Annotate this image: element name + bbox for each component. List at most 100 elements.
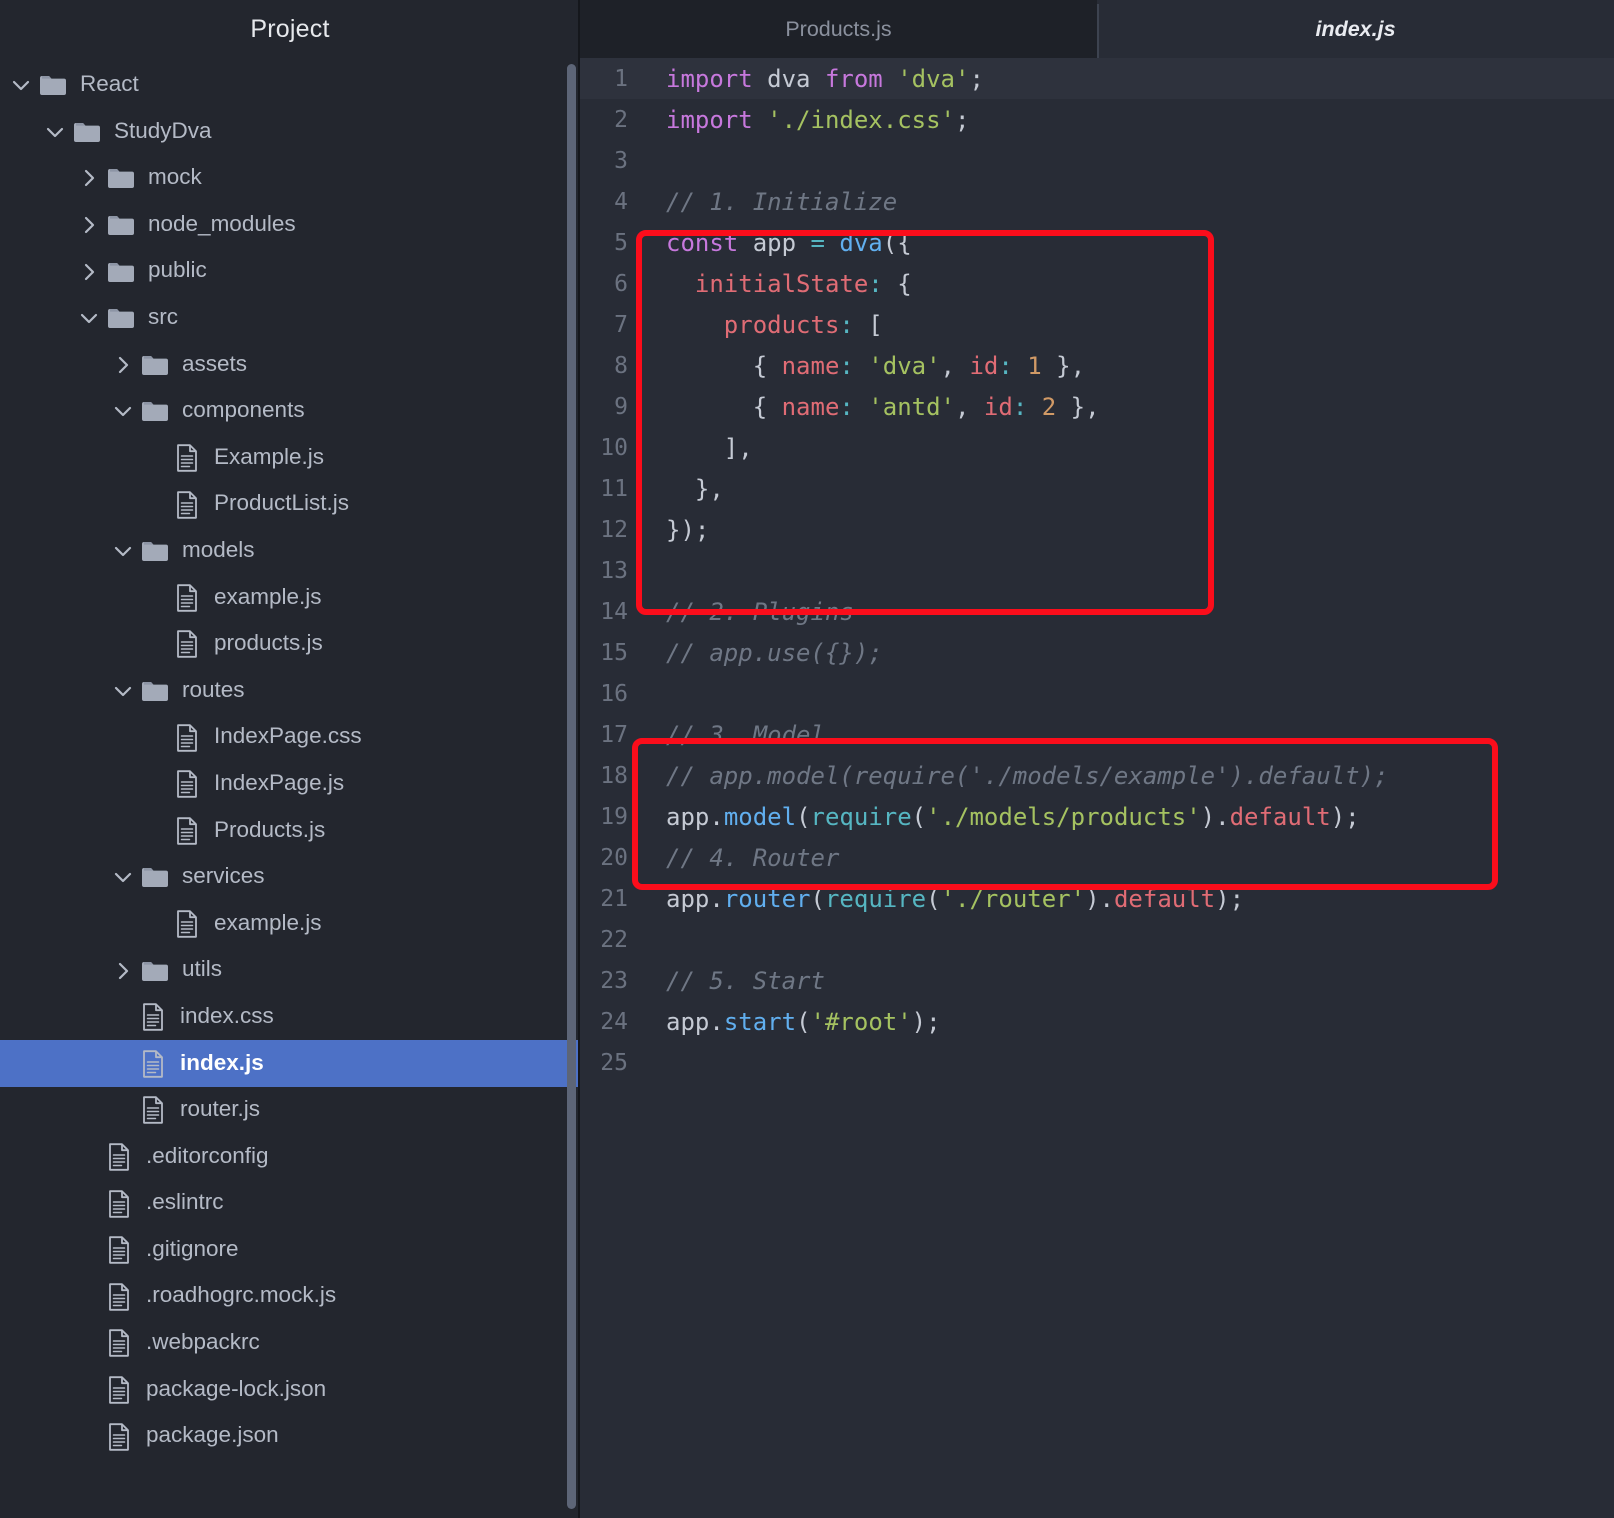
code-token: app xyxy=(666,1007,710,1036)
tree-folder-node-modules[interactable]: node_modules xyxy=(0,202,580,249)
line-number: 7 xyxy=(614,311,628,338)
tree-folder-components[interactable]: components xyxy=(0,388,580,435)
file-icon xyxy=(174,816,200,846)
tree-folder-react[interactable]: React xyxy=(0,62,580,109)
tree-file-products-js[interactable]: products.js xyxy=(0,621,580,668)
tree-file-index-js[interactable]: index.js xyxy=(0,1040,580,1088)
code-line: 6 initialState: { xyxy=(580,263,1614,304)
file-icon xyxy=(174,490,200,520)
code-token: start xyxy=(723,1007,797,1036)
code-token: from xyxy=(824,64,883,93)
tree-folder-services[interactable]: services xyxy=(0,854,580,901)
file-icon xyxy=(106,1328,132,1358)
sidebar-scrollbar[interactable] xyxy=(567,64,576,1509)
file-icon xyxy=(106,1189,132,1219)
chevron-down-icon[interactable] xyxy=(110,398,136,424)
tree-folder-studydva[interactable]: StudyDva xyxy=(0,109,580,156)
code-token: app xyxy=(666,802,710,831)
code-line-text: // 2. Plugins xyxy=(642,598,1614,626)
tree-file-example-js[interactable]: Example.js xyxy=(0,435,580,482)
tree-folder-routes[interactable]: routes xyxy=(0,668,580,715)
tree-folder-assets[interactable]: assets xyxy=(0,342,580,389)
tree-item-label: Products.js xyxy=(214,816,326,842)
tree-file-router-js[interactable]: router.js xyxy=(0,1087,580,1134)
code-token: default xyxy=(1113,884,1216,913)
code-line-text: // 4. Router xyxy=(642,844,1614,872)
tree-folder-public[interactable]: public xyxy=(0,248,580,295)
tree-item-label: models xyxy=(182,536,255,562)
code-token: { xyxy=(666,351,782,380)
line-number: 15 xyxy=(600,639,628,666)
code-token: }, xyxy=(1041,351,1086,380)
folder-icon xyxy=(140,350,170,380)
line-number: 12 xyxy=(600,516,628,543)
tree-item-label: services xyxy=(182,863,265,889)
tree-file-indexpage-js[interactable]: IndexPage.js xyxy=(0,761,580,808)
code-line-text: // app.use({}); xyxy=(642,639,1614,667)
tree-file-products-js[interactable]: Products.js xyxy=(0,808,580,855)
tree-folder-mock[interactable]: mock xyxy=(0,155,580,202)
tree-folder-src[interactable]: src xyxy=(0,295,580,342)
code-token: '#root' xyxy=(810,1007,912,1036)
tree-file-roadhogrc-mock-js[interactable]: .roadhogrc.mock.js xyxy=(0,1273,580,1320)
line-number: 22 xyxy=(600,926,628,953)
code-content[interactable]: 1 import dva from 'dva'; 2 import './index.… xyxy=(580,58,1614,1518)
tree-file-webpackrc[interactable]: .webpackrc xyxy=(0,1320,580,1367)
chevron-down-icon[interactable] xyxy=(8,72,34,98)
chevron-right-icon[interactable] xyxy=(76,259,102,285)
chevron-down-icon[interactable] xyxy=(42,119,68,145)
chevron-right-icon[interactable] xyxy=(76,212,102,238)
editor-tab-index-js[interactable]: index.js xyxy=(1097,0,1614,58)
code-line: 9 { name: 'antd', id: 2 }, xyxy=(580,386,1614,427)
code-token: model xyxy=(723,802,797,831)
chevron-down-icon[interactable] xyxy=(76,305,102,331)
tree-folder-utils[interactable]: utils xyxy=(0,947,580,994)
code-line: 25 xyxy=(580,1042,1614,1083)
chevron-down-icon[interactable] xyxy=(110,538,136,564)
tree-item-label: assets xyxy=(182,350,248,376)
tree-item-label: .roadhogrc.mock.js xyxy=(146,1282,337,1308)
tree-folder-models[interactable]: models xyxy=(0,528,580,575)
tree-file-eslintrc[interactable]: .eslintrc xyxy=(0,1180,580,1227)
tree-file-editorconfig[interactable]: .editorconfig xyxy=(0,1134,580,1181)
tree-file-package-json[interactable]: package.json xyxy=(0,1413,580,1460)
project-sidebar: Project React StudyDva mock node_modules pub… xyxy=(0,0,580,1518)
code-line-text: app.start('#root'); xyxy=(642,1008,1614,1036)
code-token: : xyxy=(868,269,883,298)
tree-item-label: public xyxy=(148,257,207,283)
folder-icon xyxy=(38,70,68,100)
tree-item-label: index.css xyxy=(180,1002,274,1028)
code-line: 2 import './index.css'; xyxy=(580,99,1614,140)
tree-file-index-css[interactable]: index.css xyxy=(0,994,580,1041)
code-line: 18 // app.model(require('./models/example… xyxy=(580,755,1614,796)
code-token: app xyxy=(738,228,811,257)
editor-tab-products-js[interactable]: Products.js xyxy=(580,0,1097,58)
chevron-down-icon[interactable] xyxy=(110,678,136,704)
chevron-right-icon[interactable] xyxy=(110,352,136,378)
tree-file-package-lock-json[interactable]: package-lock.json xyxy=(0,1367,580,1414)
tree-file-example-js[interactable]: example.js xyxy=(0,901,580,948)
chevron-right-icon[interactable] xyxy=(110,958,136,984)
tree-item-label: products.js xyxy=(214,630,323,656)
code-line-text: // 3. Model xyxy=(642,721,1614,749)
chevron-right-icon[interactable] xyxy=(76,165,102,191)
tree-item-label: .editorconfig xyxy=(146,1142,269,1168)
tree-file-indexpage-css[interactable]: IndexPage.css xyxy=(0,714,580,761)
code-line: 12}); xyxy=(580,509,1614,550)
folder-icon xyxy=(106,257,136,287)
chevron-down-icon[interactable] xyxy=(110,864,136,890)
code-token: ], xyxy=(666,433,753,462)
code-line: 22 xyxy=(580,919,1614,960)
tree-item-label: IndexPage.css xyxy=(214,723,362,749)
tree-file-gitignore[interactable]: .gitignore xyxy=(0,1227,580,1274)
project-file-tree: React StudyDva mock node_modulespublic src as… xyxy=(0,58,580,1460)
code-token: 2 xyxy=(1041,392,1057,421)
line-number: 10 xyxy=(600,434,628,461)
tree-file-productlist-js[interactable]: ProductList.js xyxy=(0,481,580,528)
tree-file-example-js[interactable]: example.js xyxy=(0,575,580,622)
